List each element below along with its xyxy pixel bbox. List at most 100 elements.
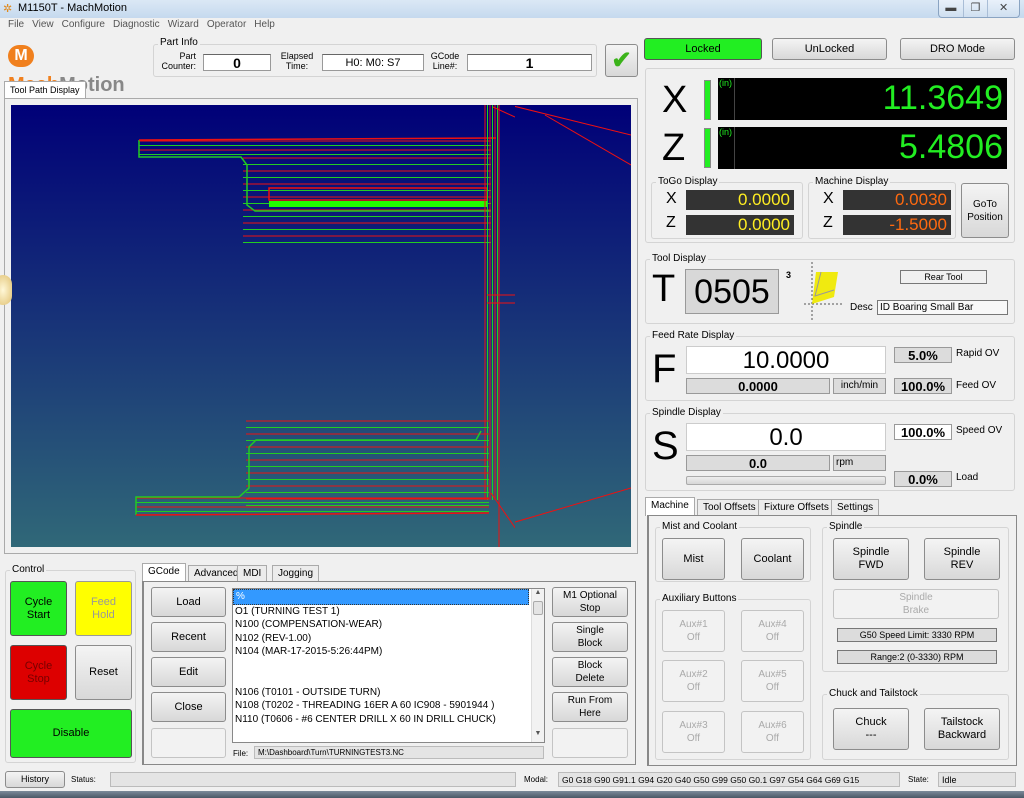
toolpath-view[interactable] [11, 105, 515, 547]
window-title: M1150T - MachMotion [18, 2, 128, 14]
tab-settings[interactable]: Settings [831, 499, 880, 516]
menu-help[interactable]: Help [250, 18, 279, 32]
m1-optional-stop-button[interactable]: M1 Optional Stop [552, 587, 628, 617]
feed-override[interactable]: 100.0% [894, 378, 952, 394]
logo-mark-icon: M [8, 44, 34, 67]
gcode-line[interactable]: % [233, 589, 529, 605]
spindle-load-label: Load [956, 472, 979, 483]
restore-icon[interactable]: ❐ [964, 0, 989, 17]
aux-4-button[interactable]: Aux#4 Off [741, 610, 804, 652]
window-controls: ▬ ❐ ✕ [938, 0, 1020, 18]
spindle-fwd-button[interactable]: Spindle FWD [833, 538, 909, 580]
single-block-button[interactable]: Single Block [552, 622, 628, 652]
spindle-letter: S [652, 424, 679, 468]
aux-3-button[interactable]: Aux#3 Off [662, 711, 725, 753]
machine-x-value: 0.0030 [843, 190, 951, 210]
locked-button[interactable]: Locked [644, 38, 762, 60]
part-info-label: Part Info [158, 37, 200, 48]
dro-mode-button[interactable]: DRO Mode [900, 38, 1015, 60]
status-field [110, 772, 516, 787]
gcode-line[interactable]: N108 (T0202 - THREADING 16ER A 60 IC908 … [233, 699, 529, 713]
tab-fixture-offsets[interactable]: Fixture Offsets [758, 499, 835, 516]
goto-position-button[interactable]: GoTo Position [961, 183, 1009, 238]
history-button[interactable]: History [5, 771, 65, 788]
close-button[interactable]: Close [151, 692, 226, 722]
tab-tool-offsets[interactable]: Tool Offsets [697, 499, 762, 516]
gcode-line[interactable]: N106 (T0101 - OUTSIDE TURN) [233, 686, 529, 700]
modal-label: Modal: [524, 775, 549, 784]
cycle-start-button[interactable]: Cycle Start [10, 581, 67, 636]
dro-x-label: X [662, 79, 688, 121]
scroll-down-icon[interactable]: ▼ [532, 730, 544, 742]
state-field: Idle [938, 772, 1016, 787]
spindle-brake-button[interactable]: Spindle Brake [833, 589, 999, 619]
speed-override[interactable]: 100.0% [894, 424, 952, 440]
dro-z-indicator [704, 128, 711, 168]
coolant-button[interactable]: Coolant [741, 538, 804, 580]
close-icon[interactable]: ✕ [988, 0, 1019, 17]
togo-z-value: 0.0000 [686, 215, 794, 235]
gcode-line[interactable]: N104 (MAR-17-2015-5:26:44PM) [233, 645, 529, 659]
edit-button[interactable]: Edit [151, 657, 226, 687]
tab-jogging[interactable]: Jogging [272, 565, 320, 582]
load-button[interactable]: Load [151, 587, 226, 617]
scroll-thumb[interactable] [533, 601, 543, 615]
aux-2-button[interactable]: Aux#2 Off [662, 660, 725, 702]
elapsed-time-label: Elapsed Time: [280, 51, 314, 71]
cycle-stop-button[interactable]: Cycle Stop [10, 645, 67, 700]
spindle-load-bar [686, 476, 886, 485]
aux-buttons-label: Auxiliary Buttons [660, 593, 739, 604]
menu-wizard[interactable]: Wizard [164, 18, 203, 32]
dro-x-display[interactable]: (in) 11.3649 [718, 78, 1007, 120]
dro-z-unit: (in) [718, 127, 735, 169]
recent-button[interactable]: Recent [151, 622, 226, 652]
spindle-range-display: Range:2 (0-3330) RPM [837, 650, 997, 664]
machine-z-value: -1.5000 [843, 215, 951, 235]
run-from-here-button[interactable]: Run From Here [552, 692, 628, 722]
menu-diagnostic[interactable]: Diagnostic [109, 18, 164, 32]
toolpath-light-indicator [0, 275, 12, 305]
gcode-line[interactable]: N110 (T0606 - #6 CENTER DRILL X 60 IN DR… [233, 713, 529, 727]
gcode-line[interactable] [233, 659, 529, 673]
tab-advanced[interactable]: Advanced [188, 565, 245, 582]
mist-button[interactable]: Mist [662, 538, 725, 580]
gcode-line[interactable] [233, 672, 529, 686]
gcode-listing[interactable]: % O1 (TURNING TEST 1) N100 (COMPENSATION-W… [232, 588, 545, 743]
minimize-icon[interactable]: ▬ [939, 0, 964, 17]
chuck-button[interactable]: Chuck --- [833, 708, 909, 750]
spindle-rev-button[interactable]: Spindle REV [924, 538, 1000, 580]
blank-button[interactable] [151, 728, 226, 758]
tailstock-button[interactable]: Tailstock Backward [924, 708, 1000, 750]
tool-desc-label: Desc [850, 302, 873, 313]
reset-button[interactable]: Reset [75, 645, 132, 700]
rapid-override[interactable]: 5.0% [894, 347, 952, 363]
disable-button[interactable]: Disable [10, 709, 132, 758]
menu-operator[interactable]: Operator [203, 18, 250, 32]
tab-gcode[interactable]: GCode [142, 563, 186, 582]
gcode-line[interactable]: N100 (COMPENSATION-WEAR) [233, 618, 529, 632]
menu-configure[interactable]: Configure [58, 18, 109, 32]
part-counter-field: 0 [203, 54, 271, 71]
unlocked-button[interactable]: UnLocked [772, 38, 887, 60]
menu-view[interactable]: View [28, 18, 58, 32]
menu-file[interactable]: File [4, 18, 28, 32]
gcode-line[interactable]: O1 (TURNING TEST 1) [233, 605, 529, 619]
tab-machine[interactable]: Machine [645, 497, 695, 516]
gcode-line[interactable]: N102 (REV-1.00) [233, 632, 529, 646]
feed-hold-button[interactable]: Feed Hold [75, 581, 132, 636]
machmotion-logo: MMachMotion [8, 40, 148, 96]
menu-bar: File View Configure Diagnostic Wizard Op… [0, 18, 1024, 32]
gcode-scrollbar[interactable]: ▲ ▼ [531, 589, 544, 742]
scroll-up-icon[interactable]: ▲ [532, 589, 544, 601]
block-delete-button[interactable]: Block Delete [552, 657, 628, 687]
dro-z-display[interactable]: (in) 5.4806 [718, 127, 1007, 169]
blank-run-button[interactable] [552, 728, 628, 758]
machine-z-label: Z [823, 214, 833, 231]
confirm-button[interactable]: ✔ [605, 44, 638, 77]
aux-1-button[interactable]: Aux#1 Off [662, 610, 725, 652]
tab-mdi[interactable]: MDI [237, 565, 268, 582]
dro-x-value: 11.3649 [882, 79, 1003, 117]
aux-6-button[interactable]: Aux#6 Off [741, 711, 804, 753]
aux-5-button[interactable]: Aux#5 Off [741, 660, 804, 702]
chuck-tailstock-label: Chuck and Tailstock [827, 688, 920, 699]
